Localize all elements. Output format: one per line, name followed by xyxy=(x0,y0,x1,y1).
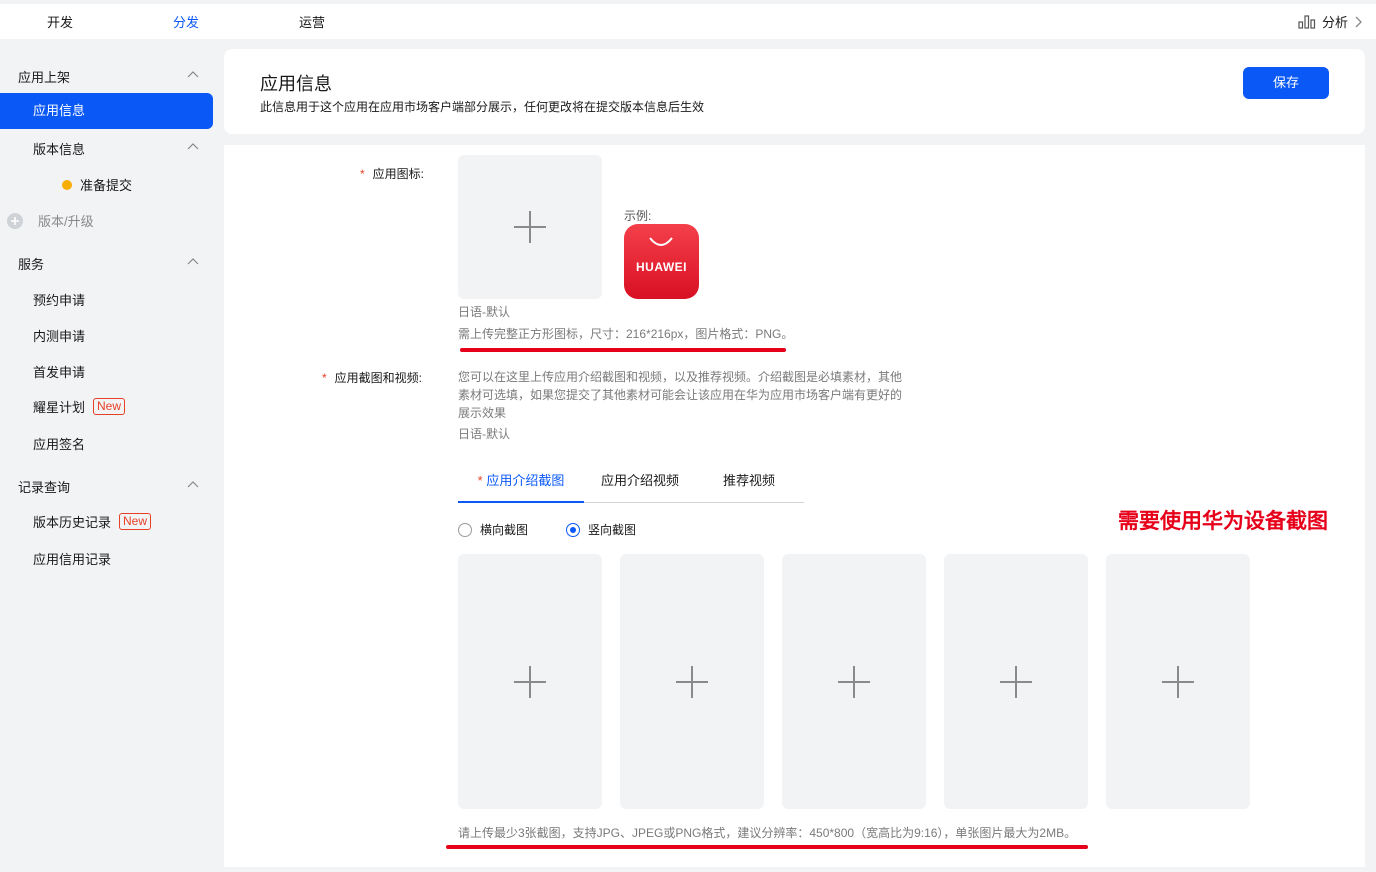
sidebar-item-version-upgrade[interactable]: 版本/升级 xyxy=(6,211,94,230)
screenshot-upload-slot[interactable] xyxy=(458,554,602,809)
sidebar-item-beta[interactable]: 内测申请 xyxy=(33,326,85,345)
plus-icon xyxy=(1000,665,1032,698)
plus-icon xyxy=(514,665,546,698)
radio-portrait[interactable]: 竖向截图 xyxy=(566,521,636,538)
screenshots-description-line3: 展示效果 xyxy=(458,406,507,420)
sidebar-item-label: 版本历史记录 xyxy=(33,515,112,530)
plus-icon xyxy=(514,211,546,243)
screenshot-upload-slot[interactable] xyxy=(782,554,926,809)
example-label: 示例: xyxy=(624,209,652,223)
sidebar-item-version-history[interactable]: 版本历史记录 New xyxy=(33,512,152,531)
screenshots-description-line2: 素材可选填，如果您提交了其他素材可能会让该应用在华为应用市场客户端有更好的 xyxy=(458,388,903,402)
status-dot-icon xyxy=(62,179,72,190)
bar-chart-icon xyxy=(1298,14,1316,29)
tab-recommend-video[interactable]: 推荐视频 xyxy=(708,465,790,503)
radio-selected-icon xyxy=(566,522,580,537)
screenshot-upload-slot[interactable] xyxy=(1106,554,1250,809)
sidebar-item-label: 准备提交 xyxy=(80,178,133,193)
sidebar-item-reservation[interactable]: 预约申请 xyxy=(33,290,85,309)
sidebar-group-publish[interactable]: 应用上架 xyxy=(18,67,70,86)
sidebar-item-star-plan[interactable]: 耀星计划 New xyxy=(33,397,126,416)
sidebar-item-credit-records[interactable]: 应用信用记录 xyxy=(33,549,111,568)
sidebar-item-app-info[interactable]: 应用信息 xyxy=(0,93,213,129)
new-badge: New xyxy=(93,398,126,415)
page-title: 应用信息 xyxy=(260,74,332,94)
plus-icon xyxy=(838,665,870,698)
sidebar-item-app-signing[interactable]: 应用签名 xyxy=(33,434,85,453)
app-icon-label: * 应用图标: xyxy=(360,167,425,181)
tab-intro-screenshots[interactable]: * 应用介绍截图 xyxy=(458,465,584,503)
red-underline-annotation xyxy=(460,348,786,352)
tab-intro-video[interactable]: 应用介绍视频 xyxy=(594,465,686,503)
app-icon-upload[interactable] xyxy=(458,155,602,299)
sidebar-item-label: 版本/升级 xyxy=(38,214,94,229)
radio-landscape[interactable]: 横向截图 xyxy=(458,521,528,538)
save-button[interactable]: 保存 xyxy=(1243,67,1329,99)
plus-circle-icon xyxy=(7,212,23,229)
new-badge: New xyxy=(119,513,152,530)
required-mark: * xyxy=(322,371,327,385)
top-nav: 开发 分发 运营 分析 xyxy=(0,0,1376,43)
bag-handle-icon xyxy=(649,237,673,246)
icon-hint: 需上传完整正方形图标，尺寸：216*216px，图片格式：PNG。 xyxy=(458,327,794,341)
chevron-up-icon[interactable] xyxy=(187,479,199,491)
chevron-up-icon[interactable] xyxy=(187,256,199,268)
tab-distribute[interactable]: 分发 xyxy=(150,8,222,43)
screenshot-upload-slot[interactable] xyxy=(944,554,1088,809)
sidebar: 应用上架 应用信息 版本信息 准备提交 版本/升级 服务 预约申请 内测申请 首… xyxy=(0,39,222,872)
sidebar-item-label: 耀星计划 xyxy=(33,400,86,415)
screenshots-description-line1: 您可以在这里上传应用介绍截图和视频，以及推荐视频。介绍截图是必填素材，其他 xyxy=(458,370,903,384)
icon-locale: 日语-默认 xyxy=(458,305,510,319)
screenshots-locale: 日语-默认 xyxy=(458,427,510,441)
screenshot-upload-slot[interactable] xyxy=(620,554,764,809)
required-mark: * xyxy=(360,167,365,181)
chevron-up-icon[interactable] xyxy=(187,69,199,81)
huawei-logo-example: HUAWEI xyxy=(624,224,699,299)
plus-icon xyxy=(676,665,708,698)
tab-operate[interactable]: 运营 xyxy=(276,8,348,43)
red-underline-annotation xyxy=(446,845,1088,849)
page-subtitle: 此信息用于这个应用在应用市场客户端部分展示，任何更改将在提交版本信息后生效 xyxy=(260,100,705,114)
sidebar-item-ready-submit[interactable]: 准备提交 xyxy=(62,175,132,194)
sidebar-group-service[interactable]: 服务 xyxy=(18,254,44,273)
analysis-label: 分析 xyxy=(1321,15,1348,30)
screenshots-label: * 应用截图和视频: xyxy=(322,371,423,385)
screenshots-hint: 请上传最少3张截图，支持JPG、JPEG或PNG格式，建议分辨率：450*800… xyxy=(458,826,1077,840)
plus-icon xyxy=(1162,665,1194,698)
page-header: 应用信息 此信息用于这个应用在应用市场客户端部分展示，任何更改将在提交版本信息后… xyxy=(224,49,1365,134)
media-tabs: * 应用介绍截图 应用介绍视频 推荐视频 xyxy=(458,465,804,503)
tab-develop[interactable]: 开发 xyxy=(24,8,96,43)
chevron-right-icon xyxy=(1355,16,1362,27)
analysis-link[interactable]: 分析 xyxy=(1298,12,1364,31)
sidebar-group-records[interactable]: 记录查询 xyxy=(18,477,70,496)
annotation-text: 需要使用华为设备截图 xyxy=(1118,510,1328,533)
sidebar-item-version-info[interactable]: 版本信息 xyxy=(33,139,85,158)
sidebar-item-first-launch[interactable]: 首发申请 xyxy=(33,362,85,381)
chevron-up-icon[interactable] xyxy=(187,141,199,153)
radio-circle-icon xyxy=(458,522,472,537)
